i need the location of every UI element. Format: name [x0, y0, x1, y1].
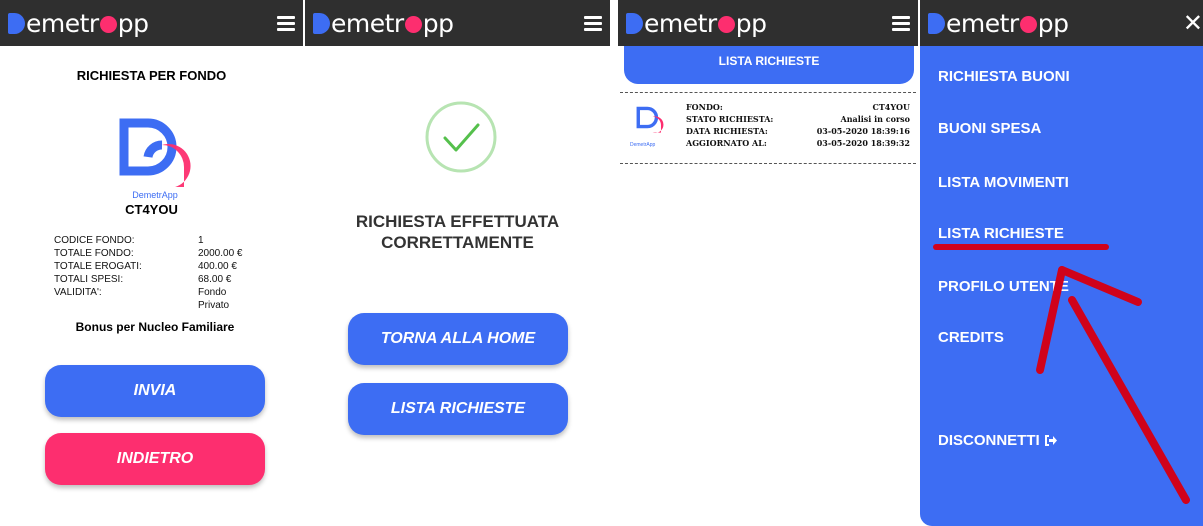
annotation-arrow-shaft	[1036, 266, 1066, 374]
annotation-arrow-line	[1068, 296, 1190, 504]
annotation-overlay	[933, 244, 1190, 504]
